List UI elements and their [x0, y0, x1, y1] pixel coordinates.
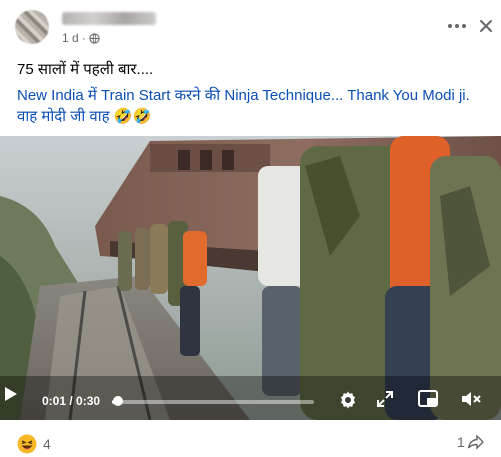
globe-icon[interactable] — [89, 32, 100, 44]
share-arrow-icon — [467, 434, 484, 450]
settings-icon — [340, 391, 356, 409]
picture-in-picture-icon — [418, 390, 438, 407]
play-icon[interactable] — [0, 384, 20, 404]
post-timestamp[interactable]: 1 d — [62, 31, 79, 45]
settings-button[interactable] — [338, 390, 362, 414]
more-options-button[interactable] — [447, 16, 467, 36]
video-progress-track[interactable] — [112, 400, 314, 404]
picture-in-picture-button[interactable] — [418, 390, 442, 414]
video-controls: 0:01 / 0:30 — [0, 384, 501, 420]
close-icon — [480, 20, 492, 32]
share-count-number: 1 — [457, 434, 465, 450]
facebook-post: 1 d · 75 सालों में पहली बार.... New Indi… — [0, 0, 501, 457]
video-progress-handle[interactable] — [113, 396, 124, 406]
post-text-line-3: वाह मोदी जी वाह 🤣🤣 — [17, 108, 152, 125]
reaction-count: 4 — [43, 436, 51, 452]
more-horizontal-icon — [448, 24, 466, 28]
share-count[interactable]: 1 — [457, 434, 485, 450]
video-frame — [0, 136, 501, 420]
post-text-line-1: 75 सालों में पहली बार.... — [17, 61, 154, 78]
author-avatar[interactable] — [15, 10, 49, 44]
reactions-summary[interactable]: 4 — [17, 434, 51, 454]
author-name-redacted[interactable] — [62, 12, 156, 25]
close-button[interactable] — [476, 16, 496, 36]
volume-button[interactable] — [460, 390, 484, 414]
expand-button[interactable] — [376, 390, 400, 414]
video-time: 0:01 / 0:30 — [42, 394, 101, 408]
volume-muted-icon — [462, 392, 481, 406]
meta-separator: · — [81, 31, 86, 45]
expand-icon — [377, 391, 393, 407]
video-player[interactable]: 0:01 / 0:30 — [0, 136, 501, 420]
post-text-line-2: New India में Train Start करने की Ninja … — [17, 87, 470, 104]
post-meta: 1 d · — [62, 31, 100, 45]
haha-emoji-icon — [17, 434, 37, 454]
